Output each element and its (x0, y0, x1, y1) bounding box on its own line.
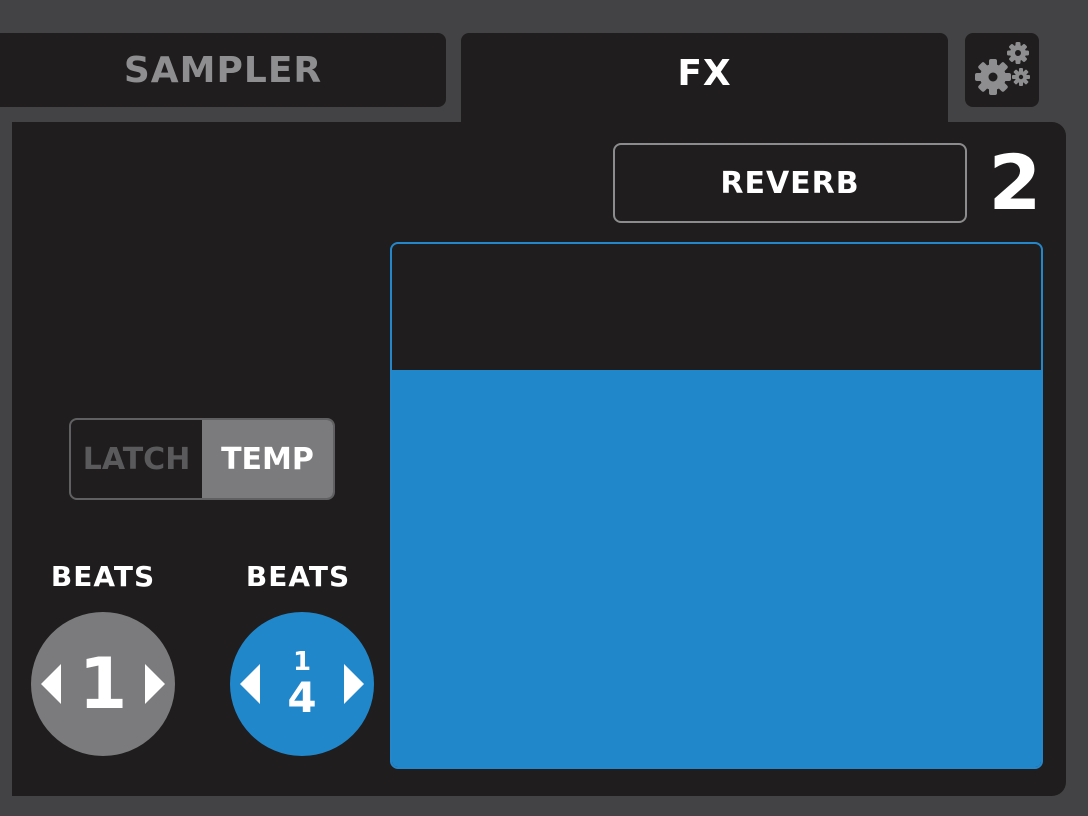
beats2-denominator: 4 (287, 673, 317, 722)
fx-unit-number: 2 (988, 138, 1042, 227)
latch-temp-toggle[interactable]: LATCH TEMP (69, 418, 335, 500)
fx-pad-level-fill (392, 369, 1041, 767)
beats1-knob[interactable]: 1 (31, 612, 175, 756)
beats1-label: BEATS (50, 560, 156, 593)
beats2-decrease-icon[interactable] (240, 664, 260, 704)
fx-xy-pad[interactable] (390, 242, 1043, 769)
mode-temp-label: TEMP (221, 441, 314, 477)
effect-select[interactable]: REVERB (613, 143, 967, 223)
mode-temp-option[interactable]: TEMP (202, 420, 333, 498)
beats2-fraction: 1 4 (287, 649, 316, 719)
tab-sampler[interactable]: SAMPLER (0, 33, 446, 107)
beats1-value: 1 (78, 643, 128, 725)
tab-fx[interactable]: FX (461, 33, 948, 153)
tab-fx-label: FX (677, 53, 732, 94)
effect-name: REVERB (720, 165, 860, 201)
settings-button[interactable] (965, 33, 1039, 107)
mode-latch-label: LATCH (82, 441, 191, 477)
mode-latch-option[interactable]: LATCH (71, 420, 202, 498)
beats2-knob[interactable]: 1 4 (230, 612, 374, 756)
tab-sampler-label: SAMPLER (123, 49, 323, 91)
beats2-numerator: 1 (292, 647, 312, 677)
beats1-decrease-icon[interactable] (41, 664, 61, 704)
gears-icon (975, 42, 1030, 95)
beats2-increase-icon[interactable] (344, 664, 364, 704)
beats1-increase-icon[interactable] (145, 664, 165, 704)
beats2-label: BEATS (245, 560, 351, 593)
